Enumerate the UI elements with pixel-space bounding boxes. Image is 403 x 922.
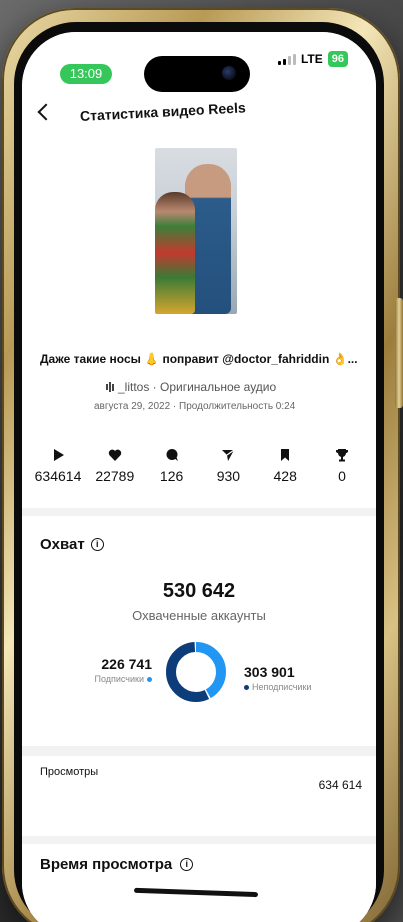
side-button [395,298,403,408]
reach-title-text: Охват [40,536,85,553]
play-icon [54,449,64,461]
stat-saves: 428 [257,448,313,484]
stat-value: 428 [273,468,297,484]
reach-card: Охват i 530 642 Охваченные аккаунты 226 … [22,516,376,746]
trophy-icon [335,449,348,462]
engagement-stats: 634614 22789 126 930 428 0 [30,448,370,484]
info-icon[interactable]: i [90,538,104,551]
status-indicators: LTE 96 [277,51,348,67]
thumbnail-figure [155,192,195,314]
stat-value: 634614 [34,468,82,484]
phone-screen: 13:09 LTE 96 Статистика видео Reels Даже… [22,32,376,922]
post-card: Даже такие носы 👃 поправит @doctor_fahri… [22,138,376,508]
audio-wave-icon [106,382,114,392]
watch-time-title: Время просмотра i [40,856,194,873]
reel-caption[interactable]: Даже такие носы 👃 поправит @doctor_fahri… [40,352,360,366]
stat-awards: 0 [314,448,370,484]
status-time: 13:09 [60,64,112,84]
stat-value: 22789 [95,468,135,484]
non-followers-value: 303 901 [244,664,295,680]
watch-time-title-text: Время просмотра [40,856,173,873]
chevron-left-icon[interactable] [37,103,55,121]
non-followers-legend: 303 901 Неподписчики [244,664,354,692]
stat-value: 0 [338,468,346,484]
reel-meta: августа 29, 2022 · Продолжительность 0:2… [94,401,296,412]
stat-shares: 930 [200,448,256,484]
reach-total-label: Охваченные аккаунты [132,608,266,623]
followers-value: 226 741 [101,656,152,672]
phone-frame: 13:09 LTE 96 Статистика видео Reels Даже… [2,8,403,922]
network-type: LTE [300,52,323,66]
watch-time-card: Время просмотра i [22,844,376,922]
audio-info[interactable]: _littos · Оригинальное аудио [106,380,276,394]
stat-value: 930 [216,468,241,484]
followers-label-row: Подписчики [72,674,152,684]
signal-icon [277,53,296,65]
audio-label: _littos · Оригинальное аудио [118,380,277,394]
followers-label: Подписчики [94,674,144,684]
reach-title: Охват i [40,536,104,553]
camera-icon [222,66,236,80]
reach-donut-chart [166,642,226,702]
status-bar: 13:09 LTE 96 [22,32,376,92]
stat-comments: 126 [144,448,200,484]
followers-legend: 226 741 Подписчики [72,656,152,684]
share-icon [222,449,235,461]
stat-plays: 634614 [30,448,86,484]
views-card: Просмотры 634 614 [22,756,376,836]
info-icon[interactable]: i [180,858,194,871]
non-followers-label: Неподписчики [252,682,312,692]
non-followers-label-row: Неподписчики [244,682,354,692]
stat-value: 126 [159,468,184,484]
views-label: Просмотры [40,766,99,778]
nav-bar: Статистика видео Reels [22,92,376,138]
heart-icon [108,449,122,461]
followers-dot [147,676,152,682]
reach-total: 530 642 [162,580,236,602]
views-value: 634 614 [318,778,362,792]
page-title: Статистика видео Reels [79,99,247,124]
bookmark-icon [281,449,290,461]
battery-icon: 96 [327,51,348,67]
dynamic-island [144,56,250,92]
stat-likes: 22789 [87,448,143,484]
non-followers-dot [244,684,249,690]
comment-icon [166,449,178,461]
reel-thumbnail[interactable] [155,148,237,314]
